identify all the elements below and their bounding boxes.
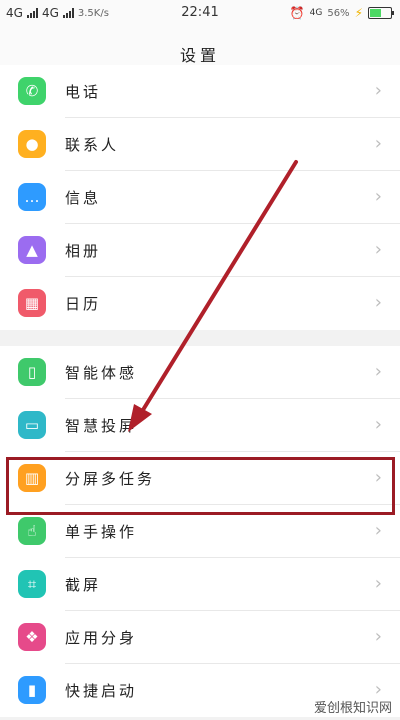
quicklaunch-icon: ▮	[18, 676, 46, 704]
settings-item-album[interactable]: ▲ 相册 ›	[0, 224, 400, 277]
status-bar: 4G 4G 3.5K/s 22:41 ⏰ 4G 56% ⚡	[0, 0, 400, 26]
page-title: 设置	[179, 46, 220, 65]
chevron-right-icon: ›	[374, 292, 382, 313]
album-icon: ▲	[18, 236, 46, 264]
chevron-right-icon: ›	[374, 186, 382, 207]
watermark: 爱创根知识网	[313, 701, 392, 716]
screenshot-icon: ⌗	[18, 570, 46, 598]
motion-icon: ▯	[18, 358, 46, 386]
settings-item-label: 智能体感	[65, 364, 138, 382]
settings-item-phone[interactable]: ✆ 电话 ›	[0, 65, 400, 118]
contacts-icon: ●	[18, 130, 46, 158]
settings-item-motion[interactable]: ▯ 智能体感 ›	[0, 346, 400, 399]
settings-item-label: 单手操作	[65, 523, 138, 541]
chevron-right-icon: ›	[374, 414, 382, 435]
battery-icon	[368, 7, 394, 19]
settings-group-1: ✆ 电话 › ● 联系人 › … 信息 › ▲ 相册 › ▦ 日历 ›	[0, 65, 400, 330]
message-icon: …	[18, 183, 46, 211]
charging-icon: ⚡	[354, 6, 363, 20]
status-right: ⏰ 4G 56% ⚡	[289, 6, 394, 20]
settings-item-label: 日历	[65, 295, 102, 313]
alarm-icon: ⏰	[289, 6, 305, 20]
settings-item-calendar[interactable]: ▦ 日历 ›	[0, 277, 400, 330]
chevron-right-icon: ›	[374, 80, 382, 101]
calendar-icon: ▦	[18, 289, 46, 317]
settings-item-contacts[interactable]: ● 联系人 ›	[0, 118, 400, 171]
settings-item-label: 应用分身	[65, 629, 138, 647]
chevron-right-icon: ›	[374, 361, 382, 382]
onehand-icon: ☝	[18, 517, 46, 545]
settings-item-label: 快捷启动	[65, 682, 138, 700]
highlight-box	[6, 457, 395, 515]
phone-icon: ✆	[18, 77, 46, 105]
settings-item-appclone[interactable]: ❖ 应用分身 ›	[0, 611, 400, 664]
battery-percent: 56%	[327, 7, 350, 19]
chevron-right-icon: ›	[374, 133, 382, 154]
chevron-right-icon: ›	[374, 573, 382, 594]
settings-item-label: 信息	[65, 189, 102, 207]
settings-item-message[interactable]: … 信息 ›	[0, 171, 400, 224]
screencast-icon: ▭	[18, 411, 46, 439]
net-badge: 4G	[309, 8, 323, 18]
settings-item-screenshot[interactable]: ⌗ 截屏 ›	[0, 558, 400, 611]
chevron-right-icon: ›	[374, 626, 382, 647]
chevron-right-icon: ›	[374, 239, 382, 260]
settings-group-2: ▯ 智能体感 › ▭ 智慧投屏 › ▥ 分屏多任务 › ☝ 单手操作 › ⌗ 截屏 › ❖ 应用分身 › ▮ 快捷启动…	[0, 346, 400, 717]
settings-item-label: 电话	[65, 83, 102, 101]
appclone-icon: ❖	[18, 623, 46, 651]
settings-item-screencast[interactable]: ▭ 智慧投屏 ›	[0, 399, 400, 452]
settings-item-label: 相册	[65, 242, 102, 260]
chevron-right-icon: ›	[374, 520, 382, 541]
settings-item-label: 截屏	[65, 576, 102, 594]
settings-item-label: 智慧投屏	[65, 417, 138, 435]
settings-item-label: 联系人	[65, 136, 120, 154]
